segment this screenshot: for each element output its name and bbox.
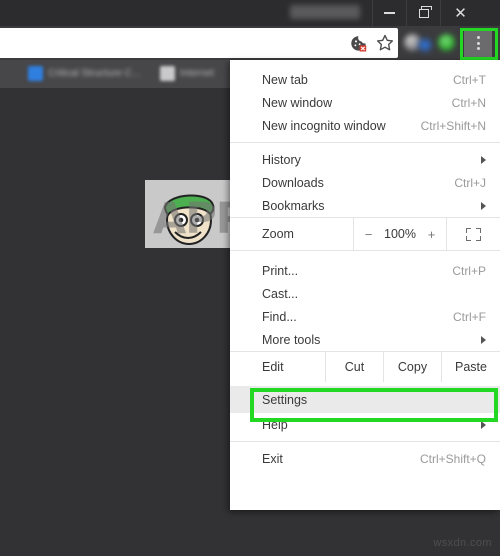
address-bar[interactable] bbox=[0, 28, 398, 58]
bookmark-label-1: Critical Structure C… bbox=[48, 68, 142, 79]
menu-label: Bookmarks bbox=[262, 198, 325, 213]
menu-label: Find... bbox=[262, 309, 297, 324]
cut-button[interactable]: Cut bbox=[325, 351, 383, 382]
menu-item-more-tools[interactable]: More tools bbox=[230, 328, 500, 351]
three-dot-menu-button[interactable] bbox=[464, 29, 492, 57]
bookmarks-bar: Critical Structure C… Internet bbox=[0, 60, 232, 122]
menu-shortcut: Ctrl+Shift+N bbox=[420, 118, 486, 133]
menu-item-cast[interactable]: Cast... bbox=[230, 282, 500, 305]
bookmark-star-icon[interactable] bbox=[376, 34, 394, 52]
extension-icon-3[interactable] bbox=[438, 34, 455, 51]
fullscreen-icon bbox=[466, 227, 481, 241]
edit-label: Edit bbox=[262, 359, 284, 374]
menu-item-help[interactable]: Help bbox=[230, 413, 500, 436]
menu-label: Exit bbox=[262, 451, 283, 466]
menu-shortcut: Ctrl+F bbox=[453, 309, 486, 324]
copy-button[interactable]: Copy bbox=[383, 351, 441, 382]
fullscreen-button[interactable] bbox=[446, 217, 500, 251]
browser-screenshot: ✕ Critical Structure C… Internet New tab… bbox=[0, 0, 500, 556]
zoom-out-button[interactable]: − bbox=[362, 227, 375, 242]
chrome-main-menu: New tab Ctrl+T New window Ctrl+N New inc… bbox=[230, 60, 500, 510]
zoom-level-value: 100% bbox=[384, 227, 416, 241]
bookmark-item-1[interactable]: Critical Structure C… bbox=[28, 66, 142, 81]
menu-item-bookmarks[interactable]: Bookmarks bbox=[230, 194, 500, 217]
menu-shortcut: Ctrl+J bbox=[454, 175, 486, 190]
menu-separator-1 bbox=[230, 142, 500, 143]
menu-label: History bbox=[262, 152, 301, 167]
bookmark-favicon-1 bbox=[28, 66, 43, 81]
menu-dot-1 bbox=[476, 36, 480, 39]
settings-menu-item[interactable]: Settings bbox=[230, 386, 500, 413]
submenu-arrow-icon bbox=[481, 420, 486, 429]
menu-label: New tab bbox=[262, 72, 308, 87]
menu-item-exit[interactable]: Exit Ctrl+Shift+Q bbox=[230, 447, 500, 470]
submenu-arrow-icon bbox=[481, 155, 486, 164]
minimize-button[interactable] bbox=[372, 0, 406, 26]
paste-button[interactable]: Paste bbox=[441, 351, 500, 382]
menu-shortcut: Ctrl+Shift+Q bbox=[419, 451, 486, 466]
close-button[interactable]: ✕ bbox=[440, 0, 480, 26]
cookie-blocked-icon[interactable] bbox=[350, 35, 368, 52]
menu-label: More tools bbox=[262, 332, 321, 347]
menu-shortcut: Ctrl+N bbox=[451, 95, 486, 110]
bookmark-favicon-2 bbox=[160, 66, 175, 81]
menu-item-history[interactable]: History bbox=[230, 148, 500, 171]
menu-dot-3 bbox=[476, 47, 480, 50]
menu-label: Settings bbox=[262, 392, 308, 407]
menu-item-print[interactable]: Print... Ctrl+P bbox=[230, 259, 500, 282]
maximize-button[interactable] bbox=[406, 0, 440, 26]
bookmark-label-2: Internet bbox=[180, 68, 214, 79]
zoom-label: Zoom bbox=[262, 227, 294, 241]
submenu-arrow-icon bbox=[481, 201, 486, 210]
window-title bbox=[290, 5, 360, 19]
menu-edit-row: Edit Cut Copy Paste bbox=[230, 351, 500, 382]
source-watermark: wsxdn.com bbox=[433, 537, 492, 549]
maximize-icon bbox=[418, 5, 432, 18]
menu-item-downloads[interactable]: Downloads Ctrl+J bbox=[230, 171, 500, 194]
menu-separator-2 bbox=[230, 441, 500, 442]
menu-item-new-window[interactable]: New window Ctrl+N bbox=[230, 91, 500, 114]
bookmark-item-2[interactable]: Internet bbox=[160, 66, 214, 81]
extension-icon-2[interactable] bbox=[419, 39, 431, 51]
window-title-bar: ✕ bbox=[0, 0, 500, 26]
menu-label: Cast... bbox=[262, 286, 299, 301]
close-icon: ✕ bbox=[454, 4, 467, 22]
menu-shortcut: Ctrl+P bbox=[452, 263, 486, 278]
menu-label: New window bbox=[262, 95, 333, 110]
menu-label: Print... bbox=[262, 263, 299, 278]
menu-label: Help bbox=[262, 417, 288, 432]
menu-shortcut: Ctrl+T bbox=[453, 72, 486, 87]
menu-zoom-row: Zoom − 100% + bbox=[230, 217, 500, 251]
menu-item-find[interactable]: Find... Ctrl+F bbox=[230, 305, 500, 328]
zoom-controls: − 100% + bbox=[353, 217, 446, 251]
menu-label: New incognito window bbox=[262, 118, 386, 133]
browser-toolbar bbox=[0, 26, 500, 60]
submenu-arrow-icon bbox=[481, 335, 486, 344]
menu-item-new-incognito-window[interactable]: New incognito window Ctrl+Shift+N bbox=[230, 114, 500, 137]
minimize-icon bbox=[384, 12, 395, 14]
menu-label: Downloads bbox=[262, 175, 324, 190]
menu-item-new-tab[interactable]: New tab Ctrl+T bbox=[230, 68, 500, 91]
menu-dot-2 bbox=[476, 41, 480, 45]
zoom-in-button[interactable]: + bbox=[425, 227, 438, 242]
